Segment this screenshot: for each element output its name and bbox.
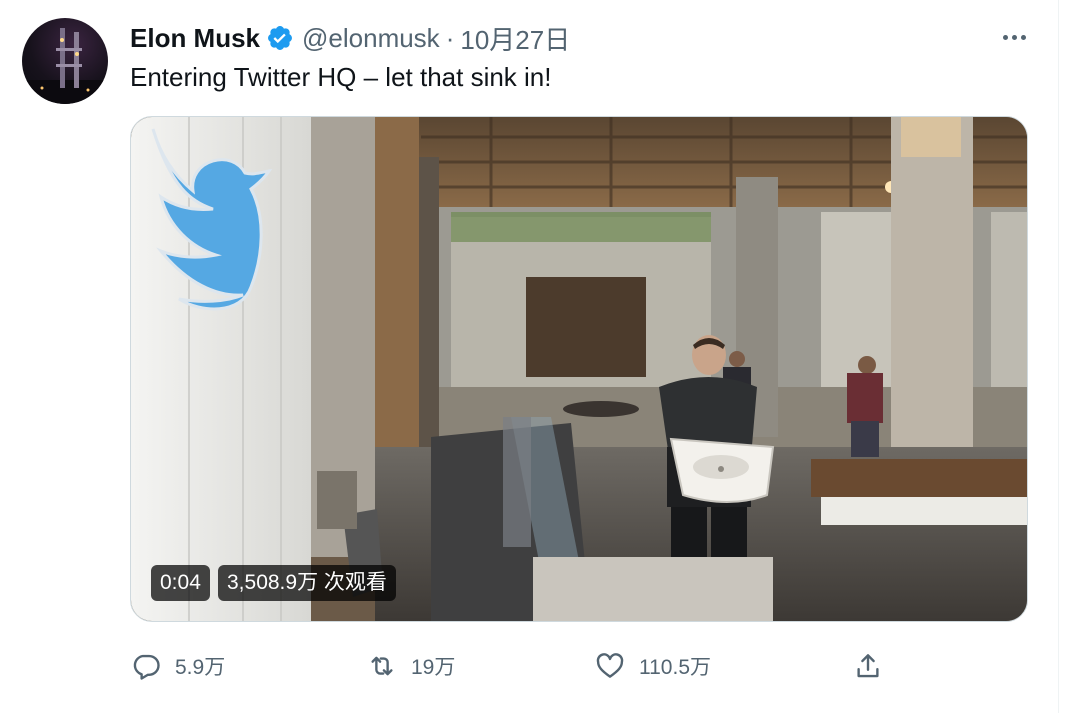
avatar[interactable] <box>22 18 108 104</box>
reply-count: 5.9万 <box>175 656 226 679</box>
like-button[interactable]: 110.5万 <box>595 646 711 686</box>
reply-icon <box>133 654 160 680</box>
retweet-icon <box>371 656 393 676</box>
retweet-button[interactable]: 19万 <box>367 646 455 686</box>
tweet-actions: 5.9万 19万 110.5万 <box>0 646 1080 686</box>
reply-button[interactable]: 5.9万 <box>131 646 225 686</box>
separator-dot: · <box>445 22 455 53</box>
tweet-text: Entering Twitter HQ – let that sink in! <box>130 62 552 92</box>
column-divider <box>1058 0 1059 713</box>
author-handle[interactable]: @elonmusk <box>302 23 440 54</box>
tweet-header: Elon Musk @elonmusk · 10月27日 <box>130 20 570 56</box>
retweet-count: 19万 <box>411 656 456 679</box>
video-player[interactable] <box>130 116 1028 622</box>
tweet-date[interactable]: 10月27日 <box>460 20 570 57</box>
video-thumbnail <box>131 117 1027 621</box>
more-options-button[interactable] <box>996 22 1032 52</box>
heart-icon <box>596 653 624 678</box>
author-name[interactable]: Elon Musk <box>130 23 260 54</box>
share-button[interactable] <box>853 646 883 686</box>
video-duration-badge: 0:04 <box>151 565 210 601</box>
video-views-badge: 3,508.9万 次观看 <box>218 565 396 601</box>
avatar-image <box>22 28 108 104</box>
more-horizontal-icon <box>1002 34 1008 40</box>
verified-badge-icon <box>268 26 292 50</box>
like-count: 110.5万 <box>639 656 711 679</box>
share-icon <box>857 654 879 678</box>
